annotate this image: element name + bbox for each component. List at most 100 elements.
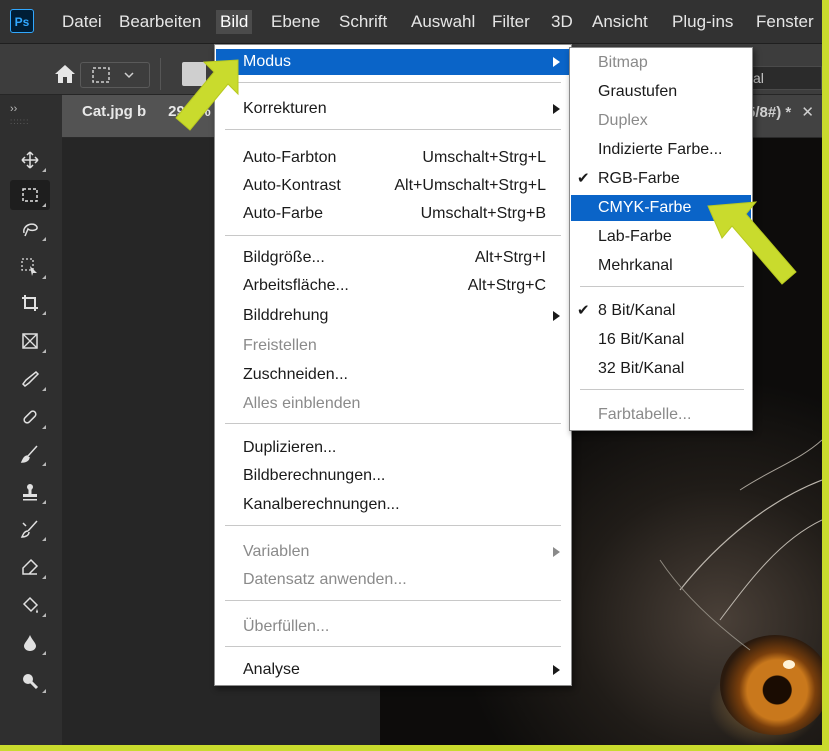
tool-frame[interactable]	[10, 326, 50, 356]
menu-separator	[225, 525, 561, 526]
menu-item-kanalberechnungen[interactable]: Kanalberechnungen...	[216, 492, 570, 518]
menu-schrift[interactable]: Schrift	[335, 10, 391, 34]
close-tab-icon[interactable]: ✕	[801, 104, 814, 121]
menu-ansicht[interactable]: Ansicht	[588, 10, 652, 34]
menu-item-16-bit[interactable]: 16 Bit/Kanal	[571, 327, 751, 353]
crop-icon	[22, 295, 38, 311]
tool-group-indicator	[42, 311, 46, 315]
auto-farbe-shortcut: Umschalt+Strg+B	[420, 205, 546, 222]
tool-group-indicator	[42, 425, 46, 429]
menu-auswahl[interactable]: Auswahl	[407, 10, 479, 34]
menu-item-zuschneiden[interactable]: Zuschneiden...	[216, 362, 570, 388]
indizierte-farbe-label: Indizierte Farbe...	[598, 141, 723, 158]
menu-separator	[225, 600, 561, 601]
rgb-farbe-label: RGB-Farbe	[598, 170, 680, 187]
menu-bar: Ps Datei Bearbeiten Bild Ebene Schrift A…	[0, 0, 822, 44]
menu-fenster[interactable]: Fenster	[752, 10, 818, 34]
tool-group-indicator	[42, 613, 46, 617]
tool-group-indicator	[42, 462, 46, 466]
tool-blur[interactable]	[10, 628, 50, 658]
style-select[interactable]: al	[748, 66, 822, 90]
submenu-arrow-icon	[553, 57, 560, 67]
stamp-icon	[23, 484, 37, 501]
tool-stamp[interactable]	[10, 477, 50, 507]
tool-paint-bucket[interactable]	[10, 590, 50, 620]
bilddrehung-label: Bilddrehung	[243, 307, 329, 324]
tool-group-indicator	[42, 387, 46, 391]
tool-crop[interactable]	[10, 288, 50, 318]
menu-item-duplizieren[interactable]: Duplizieren...	[216, 435, 570, 461]
menu-item-datensatz-anwenden[interactable]: Datensatz anwenden...	[216, 567, 570, 593]
tool-eyedropper[interactable]	[10, 364, 50, 394]
menu-item-ueberfuellen[interactable]: Überfüllen...	[216, 614, 570, 640]
marquee-options-button[interactable]	[80, 62, 150, 88]
menu-item-indizierte-farbe[interactable]: Indizierte Farbe...	[571, 137, 751, 163]
alles-einblenden-label: Alles einblenden	[243, 395, 361, 412]
document-tab-suffix: 5/8#) *	[747, 104, 792, 121]
home-icon[interactable]	[54, 64, 76, 89]
submenu-arrow-icon	[553, 311, 560, 321]
menu-item-bitmap[interactable]: Bitmap	[571, 50, 751, 76]
menu-item-alles-einblenden[interactable]: Alles einblenden	[216, 391, 570, 417]
document-tab-filename: Cat.jpg b	[82, 103, 147, 120]
menu-item-auto-kontrast[interactable]: Auto-Kontrast Alt+Umschalt+Strg+L	[216, 173, 570, 199]
variablen-label: Variablen	[243, 543, 310, 560]
arbeitsflaeche-shortcut: Alt+Strg+C	[467, 277, 546, 294]
marquee-icon	[22, 188, 38, 202]
menu-item-duplex[interactable]: Duplex	[571, 108, 751, 134]
tool-eraser[interactable]	[10, 552, 50, 582]
tool-group-indicator	[42, 537, 46, 541]
options-separator	[160, 58, 161, 90]
auto-kontrast-shortcut: Alt+Umschalt+Strg+L	[394, 177, 546, 194]
menu-datei[interactable]: Datei	[58, 10, 106, 34]
submenu-arrow-icon	[553, 547, 560, 557]
mehrkanal-label: Mehrkanal	[598, 257, 673, 274]
tool-lasso[interactable]	[10, 214, 50, 244]
menu-item-bilddrehung[interactable]: Bilddrehung	[216, 303, 570, 329]
menu-bild[interactable]: Bild	[216, 10, 253, 34]
menu-bearbeiten[interactable]: Bearbeiten	[115, 10, 205, 34]
bitmap-label: Bitmap	[598, 54, 648, 71]
move-icon	[21, 151, 39, 169]
frame-icon	[22, 333, 38, 349]
graustufen-label: Graustufen	[598, 83, 678, 100]
rectangular-marquee-icon	[92, 67, 134, 83]
menu-item-bildgroesse[interactable]: Bildgröße... Alt+Strg+I	[216, 245, 570, 271]
menu-item-analyse[interactable]: Analyse	[216, 657, 570, 683]
paint-bucket-icon	[22, 596, 39, 613]
toolbar-grip[interactable]: ::::::	[10, 117, 29, 126]
tool-dodge[interactable]	[10, 666, 50, 696]
tool-object-select[interactable]	[10, 252, 50, 282]
menu-item-arbeitsflaeche[interactable]: Arbeitsfläche... Alt+Strg+C	[216, 273, 570, 299]
menu-item-freistellen[interactable]: Freistellen	[216, 333, 570, 359]
menu-item-graustufen[interactable]: Graustufen	[571, 79, 751, 105]
bildgroesse-shortcut: Alt+Strg+I	[474, 249, 546, 266]
annotation-arrow-icon	[175, 59, 239, 131]
menu-item-bildberechnungen[interactable]: Bildberechnungen...	[216, 463, 570, 489]
menu-separator	[225, 423, 561, 424]
menu-item-variablen[interactable]: Variablen	[216, 539, 570, 565]
menu-plug-ins[interactable]: Plug-ins	[668, 10, 737, 34]
menu-item-auto-farbe[interactable]: Auto-Farbe Umschalt+Strg+B	[216, 201, 570, 227]
tool-group-indicator	[42, 275, 46, 279]
document-tab-right[interactable]: 5/8#) * ✕	[747, 103, 814, 121]
menu-filter[interactable]: Filter	[488, 10, 534, 34]
tool-marquee[interactable]	[10, 180, 50, 210]
menu-ebene[interactable]: Ebene	[267, 10, 324, 34]
menu-item-32-bit[interactable]: 32 Bit/Kanal	[571, 356, 751, 382]
tool-brush[interactable]	[10, 439, 50, 469]
bildberechnungen-label: Bildberechnungen...	[243, 467, 386, 484]
eraser-icon	[22, 558, 39, 575]
collapse-toolbar-icon[interactable]: ››	[10, 103, 17, 115]
submenu-arrow-icon	[553, 104, 560, 114]
photoshop-logo: Ps	[10, 9, 34, 33]
tool-move[interactable]	[10, 145, 50, 175]
menu-item-farbtabelle[interactable]: Farbtabelle...	[571, 402, 751, 428]
tool-history-brush[interactable]	[10, 514, 50, 544]
tool-healing-brush[interactable]	[10, 402, 50, 432]
datensatz-label: Datensatz anwenden...	[243, 571, 407, 588]
tool-group-indicator	[42, 168, 46, 172]
tool-group-indicator	[42, 651, 46, 655]
lab-farbe-label: Lab-Farbe	[598, 228, 672, 245]
menu-3d[interactable]: 3D	[547, 10, 577, 34]
